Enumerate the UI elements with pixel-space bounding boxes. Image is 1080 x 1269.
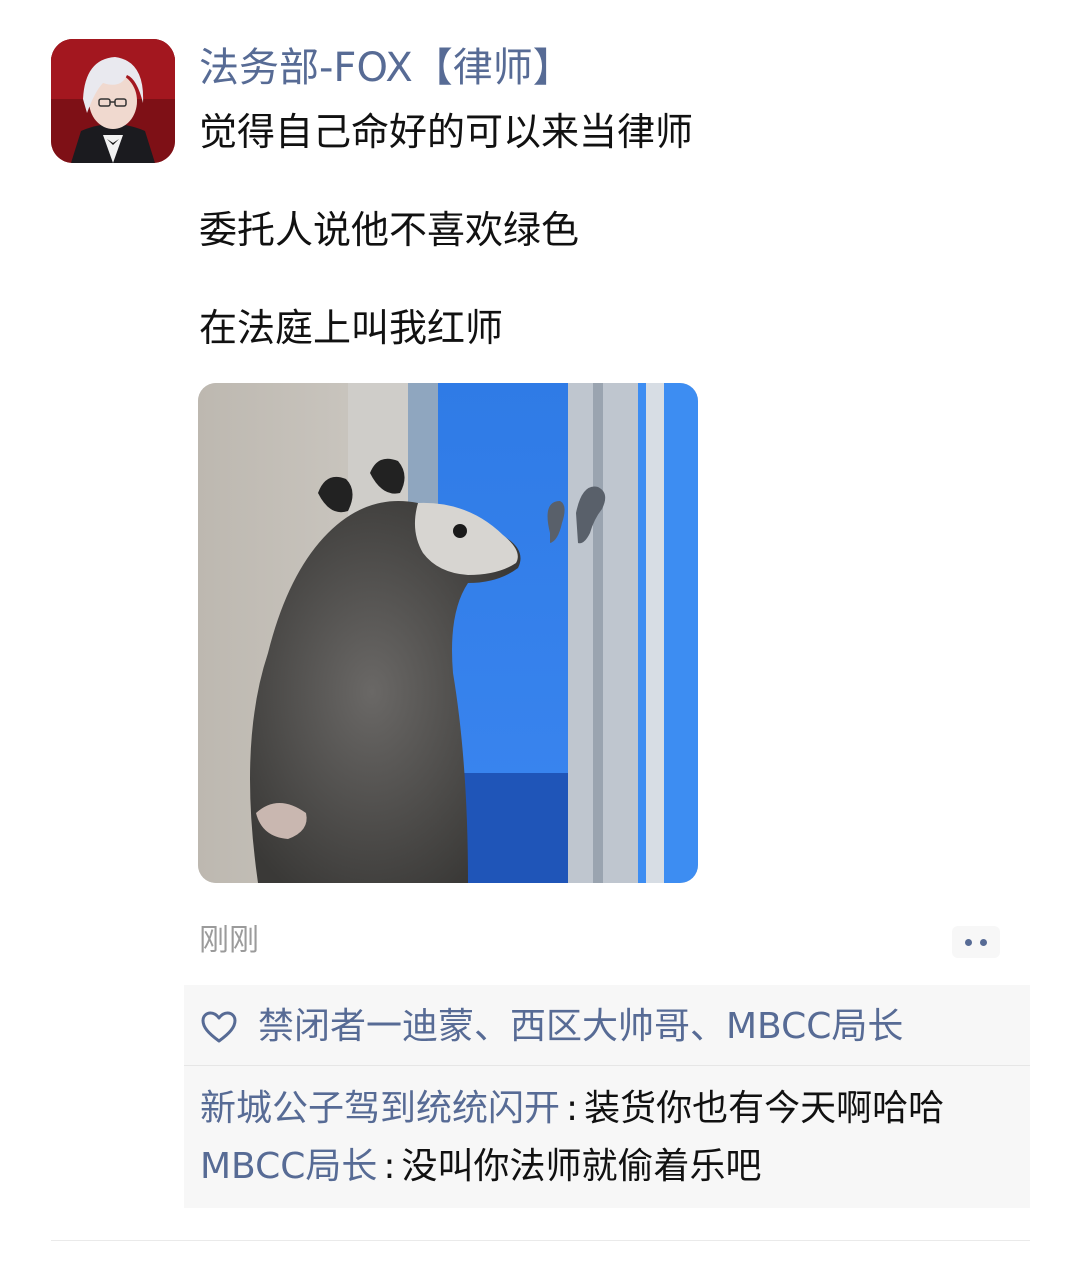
- likes-row: 禁闭者一迪蒙、西区大帅哥、MBCC局长: [184, 985, 1030, 1066]
- avatar[interactable]: [51, 39, 175, 163]
- post-text-line: 觉得自己命好的可以来当律师: [199, 110, 694, 154]
- likes-names[interactable]: 禁闭者一迪蒙、西区大帅哥、MBCC局长: [258, 1003, 903, 1051]
- comment-separator: :: [383, 1146, 396, 1187]
- commenter-name[interactable]: MBCC局长: [200, 1146, 377, 1187]
- comment-separator: :: [566, 1088, 579, 1129]
- interactions-panel: 禁闭者一迪蒙、西区大帅哥、MBCC局长 新城公子驾到统统闪开: 装货你也有今天啊哈…: [184, 985, 1030, 1208]
- comment-text: 装货你也有今天啊哈哈: [584, 1088, 945, 1129]
- post-text-line: 委托人说他不喜欢绿色: [199, 208, 580, 252]
- heart-outline-icon: [201, 1011, 237, 1043]
- post-time: 刚刚: [199, 923, 259, 958]
- more-dots-icon: [980, 938, 987, 946]
- avatar-image: [51, 39, 175, 163]
- comment-text: 没叫你法师就偷着乐吧: [401, 1146, 762, 1187]
- post-divider: [51, 1240, 1030, 1241]
- comments-list: 新城公子驾到统统闪开: 装货你也有今天啊哈哈 MBCC局长: 没叫你法师就偷着乐吧: [184, 1066, 1030, 1208]
- more-dots-icon: [965, 938, 972, 946]
- opossum-photo: [198, 383, 698, 883]
- post-text-line: 在法庭上叫我红师: [199, 306, 504, 350]
- comment-item[interactable]: 新城公子驾到统统闪开: 装货你也有今天啊哈哈: [200, 1080, 1030, 1138]
- more-button[interactable]: [952, 926, 1000, 958]
- author-name[interactable]: 法务部-FOX【律师】: [199, 40, 573, 96]
- comment-item[interactable]: MBCC局长: 没叫你法师就偷着乐吧: [200, 1138, 1030, 1196]
- commenter-name[interactable]: 新城公子驾到统统闪开: [200, 1088, 560, 1129]
- post-content: 觉得自己命好的可以来当律师 委托人说他不喜欢绿色 在法庭上叫我红师: [199, 105, 1019, 355]
- post-image[interactable]: [198, 383, 698, 883]
